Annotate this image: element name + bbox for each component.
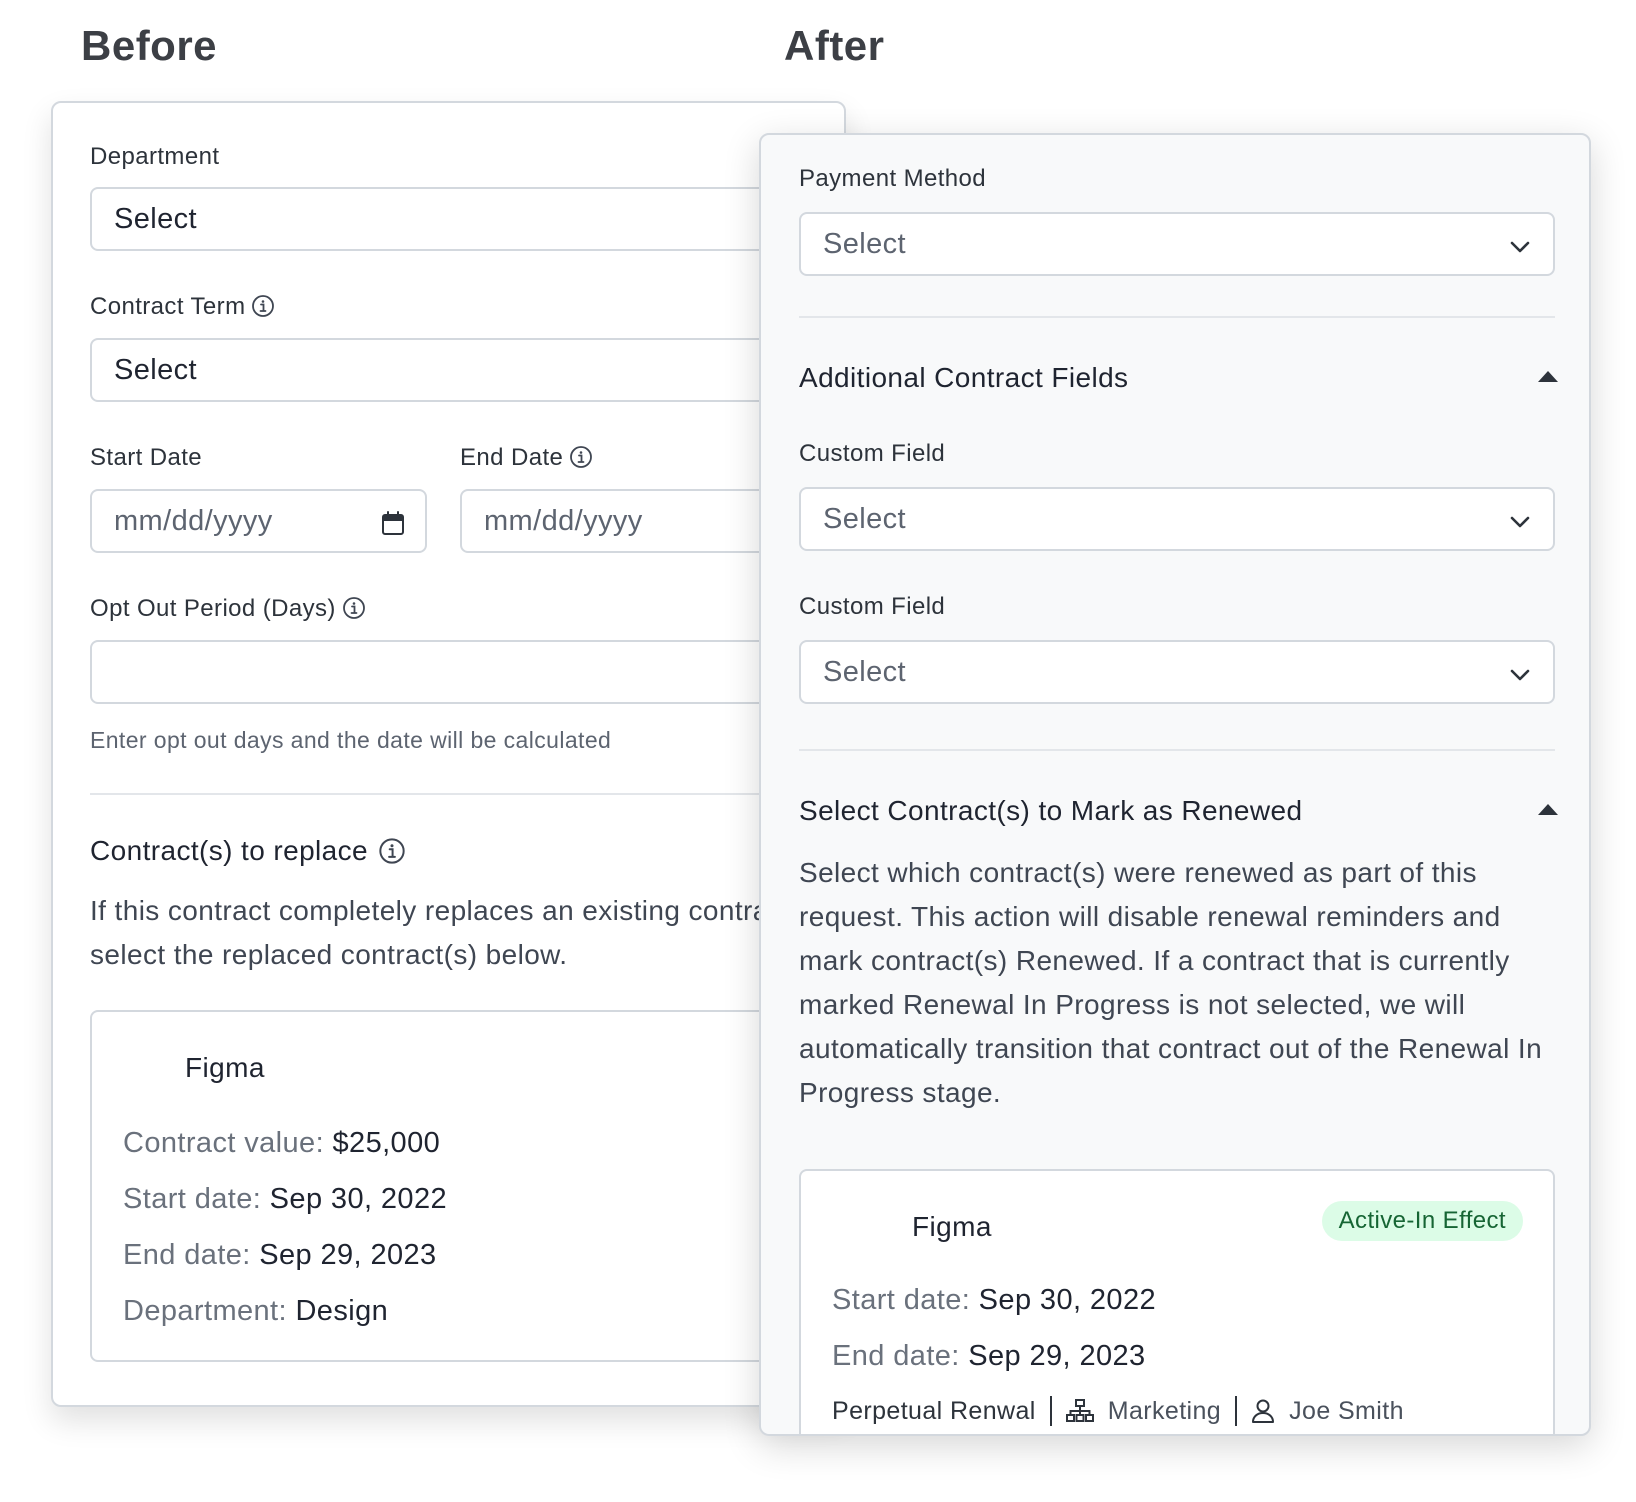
before-heading: Before	[81, 22, 218, 69]
renewed-section-title: Select Contract(s) to Mark as Renewed	[799, 795, 1303, 826]
user-icon	[1252, 1399, 1275, 1423]
opt-out-label-text: Opt Out Period (Days)	[90, 595, 336, 622]
contract-term-label: Contract Term	[90, 293, 275, 321]
contract-name: Figma	[185, 1052, 265, 1083]
after-heading: After	[784, 22, 885, 69]
custom-field-select[interactable]: Select	[799, 640, 1555, 704]
additional-fields-title: Additional Contract Fields	[799, 362, 1129, 393]
contract-name: Figma	[912, 1211, 992, 1242]
custom-field-value: Select	[823, 656, 906, 688]
renewed-contract-card[interactable]: Figma Active-In Effect Start date: Sep 3…	[799, 1169, 1555, 1434]
meta-value: $25,000	[332, 1127, 441, 1159]
opt-out-label: Opt Out Period (Days)	[90, 595, 366, 623]
owner-name: Joe Smith	[1289, 1396, 1404, 1425]
caret-up-icon[interactable]	[1537, 801, 1559, 817]
meta-key: Start date:	[832, 1284, 971, 1316]
meta-value: Sep 29, 2023	[259, 1239, 437, 1271]
renewed-description: Select which contract(s) were renewed as…	[799, 857, 1543, 1108]
meta-value: Design	[295, 1295, 389, 1327]
start-date-row: Start date: Sep 30, 2022	[832, 1284, 1156, 1317]
info-icon[interactable]	[251, 294, 275, 318]
meta-key: Contract value:	[123, 1127, 325, 1159]
end-date-label-text: End Date	[460, 444, 564, 471]
meta-value: Sep 30, 2022	[269, 1183, 448, 1215]
info-icon[interactable]	[378, 837, 406, 865]
divider	[799, 316, 1555, 318]
department-name: Marketing	[1107, 1396, 1222, 1425]
department-label: Department	[90, 143, 220, 170]
chevron-down-icon	[1510, 516, 1530, 528]
status-badge: Active-In Effect	[1321, 1201, 1523, 1241]
contract-meta-row: Perpetual Renwal Marketing Joe Smith	[832, 1396, 1404, 1426]
contract-value-row: Contract value: $25,000	[123, 1127, 440, 1160]
separator	[1235, 1396, 1238, 1426]
calendar-icon[interactable]	[381, 510, 405, 536]
meta-value: Sep 29, 2023	[968, 1340, 1146, 1372]
opt-out-input[interactable]	[90, 640, 844, 704]
custom-field-label: Custom Field	[799, 440, 946, 467]
divider	[90, 793, 844, 795]
opt-out-help-text: Enter opt out days and the date will be …	[90, 727, 612, 753]
replace-description: If this contract completely replaces an …	[90, 895, 834, 970]
custom-field-label: Custom Field	[799, 593, 946, 620]
divider	[799, 749, 1555, 751]
chevron-down-icon	[1510, 669, 1530, 681]
end-date-row: End date: Sep 29, 2023	[832, 1340, 1146, 1373]
department-row: Department: Design	[123, 1295, 388, 1328]
start-date-row: Start date: Sep 30, 2022	[123, 1183, 447, 1216]
meta-key: Department:	[123, 1295, 287, 1327]
meta-key: End date:	[832, 1340, 960, 1372]
meta-key: Start date:	[123, 1183, 262, 1215]
end-date-placeholder: mm/dd/yyyy	[484, 505, 643, 537]
contract-term-select-value: Select	[114, 354, 197, 386]
payment-method-value: Select	[823, 228, 906, 260]
info-icon[interactable]	[569, 445, 593, 469]
start-date-input[interactable]: mm/dd/yyyy	[90, 489, 427, 553]
replace-contract-card[interactable]: Figma Contract value: $25,000 Start date…	[90, 1010, 844, 1362]
separator	[1049, 1396, 1052, 1426]
department-select[interactable]: Select	[90, 187, 844, 251]
contract-term-select[interactable]: Select	[90, 338, 844, 402]
org-chart-icon	[1065, 1399, 1094, 1422]
info-icon[interactable]	[342, 596, 366, 620]
meta-value: Sep 30, 2022	[978, 1284, 1157, 1316]
start-date-label: Start Date	[90, 444, 203, 471]
meta-key: End date:	[123, 1239, 251, 1271]
renewal-type: Perpetual Renwal	[832, 1396, 1036, 1425]
after-form-panel: Payment Method Select Additional Contrac…	[759, 133, 1591, 1436]
payment-method-label: Payment Method	[799, 165, 987, 192]
payment-method-select[interactable]: Select	[799, 212, 1555, 276]
replace-section-title: Contract(s) to replace	[90, 835, 406, 867]
contract-term-label-text: Contract Term	[90, 293, 246, 320]
end-date-label: End Date	[460, 444, 593, 472]
before-form-panel: Department Select Contract Term Select S…	[51, 101, 846, 1407]
start-date-placeholder: mm/dd/yyyy	[114, 505, 273, 537]
caret-up-icon[interactable]	[1537, 368, 1559, 384]
end-date-row: End date: Sep 29, 2023	[123, 1239, 437, 1272]
department-select-value: Select	[114, 203, 197, 235]
replace-section-title-text: Contract(s) to replace	[90, 835, 369, 866]
chevron-down-icon	[1510, 241, 1530, 253]
custom-field-select[interactable]: Select	[799, 487, 1555, 551]
custom-field-value: Select	[823, 503, 906, 535]
